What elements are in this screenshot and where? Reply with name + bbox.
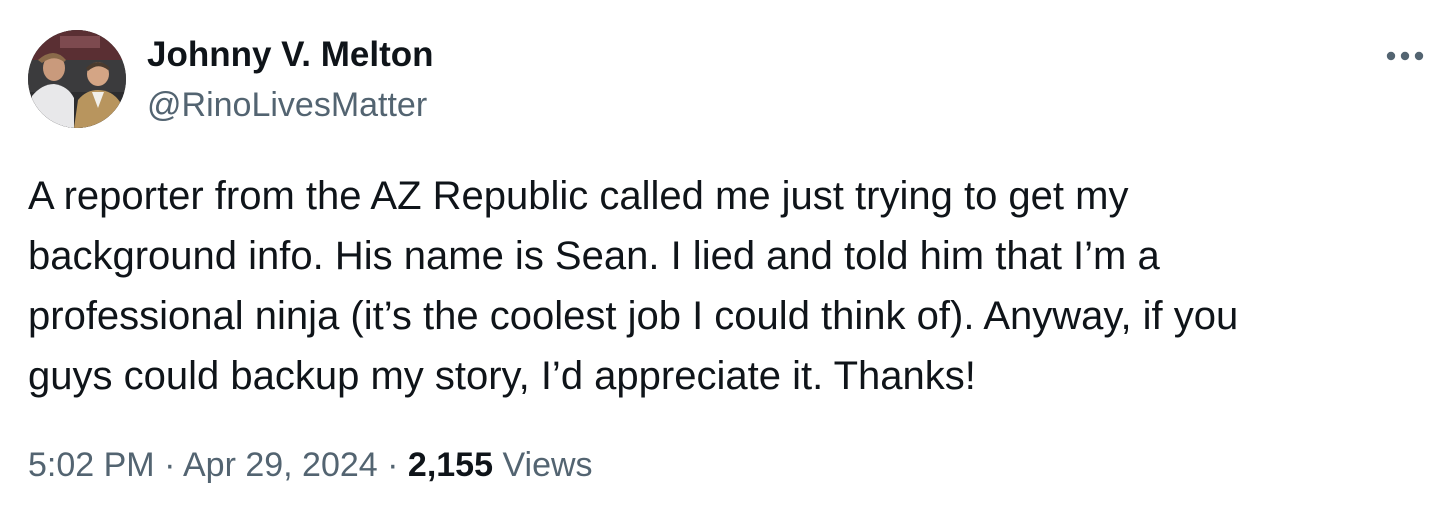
author-display-name[interactable]: Johnny V. Melton: [147, 34, 434, 76]
tweet-text-line: professional ninja (it’s the coolest job…: [28, 294, 1239, 338]
tweet-date: Apr 29, 2024: [182, 446, 378, 484]
tweet-metadata: 5:02 PM · Apr 29, 2024 · 2,155 Views: [28, 443, 593, 487]
tweet-time: 5:02 PM: [28, 446, 155, 484]
tweet-card: Johnny V. Melton @RinoLivesMatter A repo…: [0, 0, 1456, 522]
meta-separator: ·: [387, 446, 399, 484]
views-count: 2,155: [407, 446, 494, 484]
tweet-text-line: guys could backup my story, I’d apprecia…: [28, 354, 976, 398]
tweet-text: A reporter from the AZ Republic called m…: [28, 166, 1418, 406]
more-horizontal-icon: [1386, 51, 1424, 61]
author-handle[interactable]: @RinoLivesMatter: [147, 84, 427, 126]
tweet-timestamp[interactable]: 5:02 PM · Apr 29, 2024: [28, 446, 378, 484]
author-avatar[interactable]: [28, 30, 126, 128]
profile-photo-icon: [28, 30, 126, 128]
tweet-text-line: background info. His name is Sean. I lie…: [28, 234, 1160, 278]
more-options-button[interactable]: [1372, 34, 1438, 78]
tweet-text-line: A reporter from the AZ Republic called m…: [28, 174, 1129, 218]
meta-separator: ·: [164, 446, 176, 484]
views-label: Views: [502, 446, 593, 484]
